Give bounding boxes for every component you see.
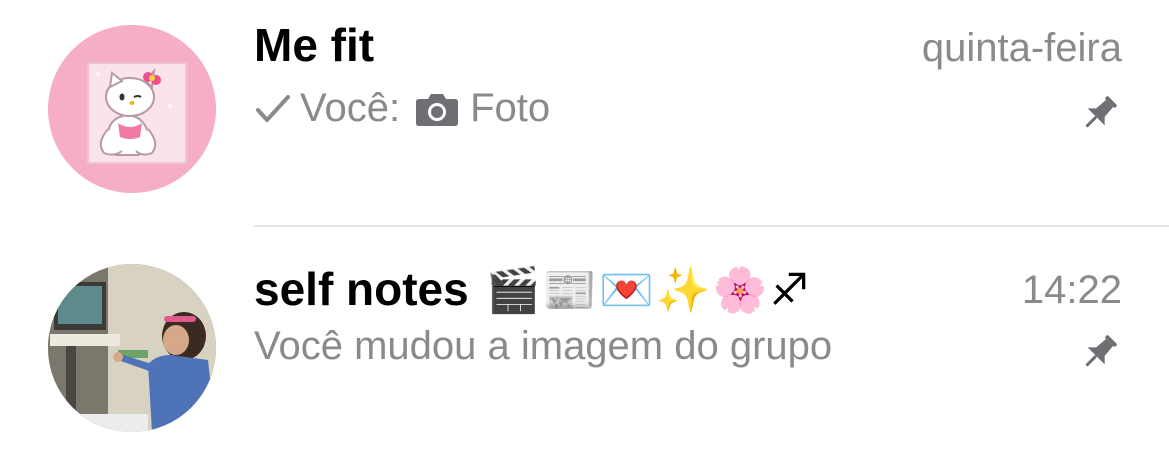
hello-kitty-avatar-image: ✦ ✦	[48, 25, 216, 193]
camera-icon	[414, 91, 460, 127]
pin-icon[interactable]	[1077, 331, 1121, 375]
chat-preview: Você mudou a imagem do grupo	[254, 324, 832, 369]
chat-name: self notes	[254, 263, 469, 315]
preview-sender: Você:	[300, 86, 401, 130]
chat-name: Me fit	[254, 19, 375, 71]
preview-text: Você mudou a imagem do grupo	[254, 324, 833, 368]
chat-timestamp: 14:22	[1021, 268, 1122, 312]
chat-timestamp: quinta-feira	[921, 26, 1122, 70]
chat-name-emoji: 🎬📰💌✨🌸♐	[485, 266, 811, 315]
preview-text: Foto	[470, 86, 551, 130]
chat-title: Me fit	[254, 18, 374, 72]
row-separator	[254, 225, 1169, 227]
read-check-icon	[254, 93, 292, 125]
svg-text:✦: ✦	[94, 69, 102, 79]
avatar[interactable]	[48, 264, 216, 432]
chat-title: self notes 🎬📰💌✨🌸♐	[254, 262, 811, 316]
girl-at-computer-avatar-image	[48, 264, 216, 432]
pin-icon[interactable]	[1077, 92, 1121, 136]
chat-preview: Você: Foto	[254, 86, 550, 131]
chat-row-self-notes[interactable]: self notes 🎬📰💌✨🌸♐ 14:22 Você mudou a ima…	[0, 228, 1169, 432]
chat-list: ✦ ✦ Me fit quinta-feira Você: Foto self …	[0, 0, 1169, 449]
chat-row-me-fit[interactable]: ✦ ✦ Me fit quinta-feira Você: Foto	[0, 0, 1169, 200]
avatar[interactable]: ✦ ✦	[48, 25, 216, 193]
svg-text:✦: ✦	[166, 101, 174, 111]
